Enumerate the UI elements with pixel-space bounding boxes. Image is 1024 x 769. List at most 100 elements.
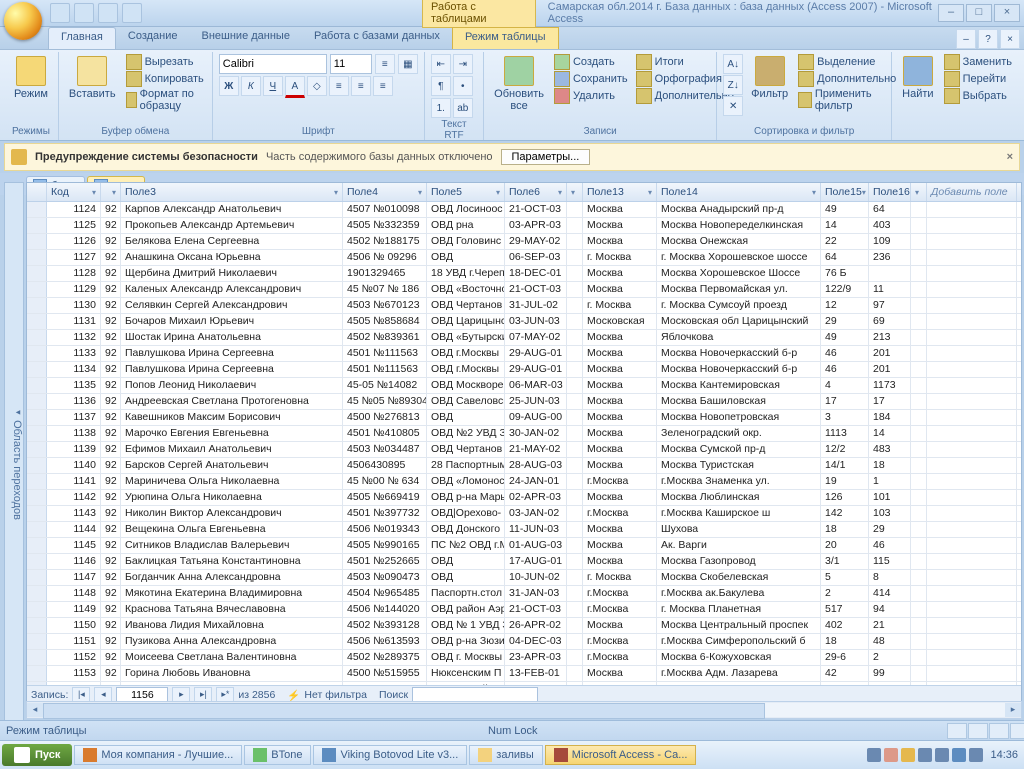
indent-dec-icon[interactable]: ⇤ [431,54,451,74]
cell[interactable]: Урюпина Ольга Николаевна [121,490,343,505]
cell[interactable] [927,506,1017,521]
cell[interactable] [567,506,583,521]
cell[interactable]: 4501 №111563 [343,362,427,377]
bold-button[interactable]: Ж [219,76,239,96]
view-design-icon[interactable] [1010,723,1024,739]
cell[interactable]: 22-JUN-01 [505,682,567,685]
cell[interactable]: Кавешников Максим Борисович [121,410,343,425]
cell[interactable]: Москва 6-Кожуховская [657,650,821,665]
cell[interactable]: Москва [583,666,657,681]
cell[interactable]: ОВД [427,250,505,265]
cell[interactable]: г. Москва Хорошевское шоссе [657,250,821,265]
cell[interactable]: 122/9 [821,282,869,297]
cell[interactable]: Москва [583,426,657,441]
cell[interactable] [567,442,583,457]
cell[interactable] [911,538,927,553]
cell[interactable]: 92 [101,570,121,585]
cell[interactable]: г.Москва [583,650,657,665]
row-selector[interactable] [27,634,47,649]
cell[interactable]: 4504 №965485 [343,586,427,601]
cell[interactable]: 1145 [47,538,101,553]
cell[interactable]: 92 [101,634,121,649]
cell[interactable]: ОВД «Восточно [427,282,505,297]
cell[interactable]: 4506 №613593 [343,634,427,649]
cell[interactable]: ОВД Головинс [427,234,505,249]
cell[interactable]: 1143 [47,506,101,521]
cell[interactable]: 4500615424 [343,682,427,685]
cell[interactable] [567,618,583,633]
cell[interactable]: Москва ОВД «Бирюлёво-Запад [657,682,821,685]
cell[interactable] [911,650,927,665]
table-row[interactable]: 113292Шостак Ирина Анатольевна4502 №8393… [27,330,1021,346]
row-selector[interactable] [27,394,47,409]
taskbar-item[interactable]: Моя компания - Лучшие... [74,745,242,765]
gridlines-icon[interactable]: ≡ [375,54,395,74]
delete-record-button[interactable]: Удалить [552,88,630,104]
cell[interactable]: ОВД [427,410,505,425]
cell[interactable] [911,250,927,265]
tray-clock[interactable]: 14:36 [986,749,1022,761]
cell[interactable]: 97 [869,298,911,313]
italic-button[interactable]: К [241,76,261,96]
cell[interactable]: 46 [821,362,869,377]
scroll-right-icon[interactable]: ▸ [1005,703,1021,717]
cell[interactable]: 18 УВД г.Черепов [427,266,505,281]
cell[interactable] [911,378,927,393]
tray-icon[interactable] [952,748,966,762]
cell[interactable]: Белякова Елена Сергеевна [121,234,343,249]
cell[interactable]: г. Москва [583,298,657,313]
cell[interactable]: г.Москва Знаменка ул. [657,474,821,489]
cell[interactable]: 13-FEB-01 [505,666,567,681]
bullets-icon[interactable]: • [453,76,473,96]
cell[interactable] [567,330,583,345]
cell[interactable] [911,314,927,329]
row-selector[interactable] [27,218,47,233]
cell[interactable]: Селявкин Сергей Александрович [121,298,343,313]
cell[interactable]: 4501 №397732 [343,506,427,521]
cell[interactable] [911,394,927,409]
row-selector[interactable] [27,506,47,521]
row-selector[interactable] [27,314,47,329]
cell[interactable] [567,202,583,217]
cell[interactable]: Горина Любовь Ивановна [121,666,343,681]
cell[interactable]: ОВД район Аэр [427,602,505,617]
cell[interactable]: ОВД Царицынс [427,314,505,329]
cell[interactable] [911,554,927,569]
row-selector[interactable] [27,298,47,313]
row-selector[interactable] [27,282,47,297]
cell[interactable]: 92 [101,282,121,297]
scroll-thumb[interactable] [43,703,765,719]
cell[interactable] [911,602,927,617]
cell[interactable]: 02-APR-03 [505,490,567,505]
cell[interactable]: 1132 [47,330,101,345]
cell[interactable]: ОВД г.Москвы [427,346,505,361]
cell[interactable]: 4502 №289375 [343,650,427,665]
table-row[interactable]: 114292Урюпина Ольга Николаевна4505 №6694… [27,490,1021,506]
cell[interactable] [927,346,1017,361]
table-row[interactable]: 113892Марочко Евгения Евгеньевна4501 №41… [27,426,1021,442]
cell[interactable]: 4503 №670123 [343,298,427,313]
cell[interactable]: 26-APR-02 [505,618,567,633]
font-family-select[interactable]: Calibri [219,54,327,74]
select-button[interactable]: Выбрать [942,88,1014,104]
cell[interactable]: 103 [869,506,911,521]
cell[interactable]: 92 [101,298,121,313]
cell[interactable]: Москва Люблинская [657,490,821,505]
cell[interactable] [927,634,1017,649]
cell[interactable]: 1136 [47,394,101,409]
cell[interactable]: 94 [869,602,911,617]
cell[interactable] [927,362,1017,377]
cell[interactable]: 1138 [47,426,101,441]
cell[interactable]: г.Москва [583,602,657,617]
cell[interactable]: 92 [101,330,121,345]
col-header[interactable]: ▾ [911,183,927,201]
cell[interactable]: 101 [869,490,911,505]
row-selector[interactable] [27,602,47,617]
cell[interactable]: 92 [101,490,121,505]
cell[interactable]: 92 [101,410,121,425]
cell[interactable]: 4501 №111563 [343,346,427,361]
cell[interactable]: 92 [101,378,121,393]
cell[interactable]: 5 [821,570,869,585]
cell[interactable]: 1130 [47,298,101,313]
row-selector[interactable] [27,458,47,473]
